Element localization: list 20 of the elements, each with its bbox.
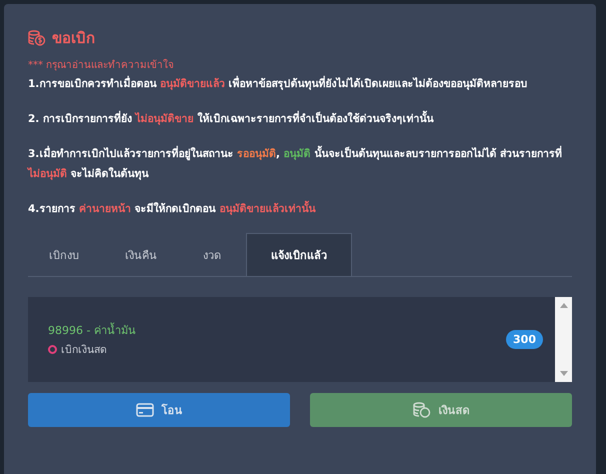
scrollbar[interactable] bbox=[555, 297, 572, 382]
tab[interactable]: เงินคืน bbox=[104, 233, 178, 276]
amount-badge: 300 bbox=[506, 330, 543, 349]
scroll-up-icon[interactable] bbox=[560, 303, 568, 308]
scroll-down-icon[interactable] bbox=[560, 371, 568, 376]
instruction-text: 2. การเบิกรายการที่ยัง ไม่อนุมัติขาย ให้เบิกเฉพาะรายการที่จำเป็นต้องใช้ด่วนจริงๆเท่านั้น bbox=[28, 109, 572, 129]
credit-card-icon bbox=[136, 403, 154, 417]
warning-text: *** กรุณาอ่านและทำความเข้าใจ bbox=[28, 58, 176, 73]
coins-icon bbox=[28, 30, 46, 46]
instruction-text: 3.เมื่อทำการเบิกไปแล้วรายการที่อยู่ในสถานะ รออนุมัติ, อนุมัติ นั้นจะเป็นต้นทุนและลบรายการออกไม่ได้ ส่วนรายการที่ ไม่อนุมัติ จะไม่คิดในต้นทุน bbox=[28, 144, 572, 184]
instruction-text: 4.รายการ ค่านายหน้า จะมีให้กดเบิกตอน อนุมัติขายแล้วเท่านั้น bbox=[28, 199, 572, 219]
item-title: 98996 - ค่าน้ำมัน bbox=[48, 322, 136, 339]
instruction-text: 1.การขอเบิกควรทำเมื่อตอน อนุมัติขายแล้ว เพื่อหาข้อสรุปต้นทุนที่ยังไม่ได้เปิดเผยและไม่ต้องขออนุมัติหลายรอบ bbox=[28, 74, 572, 94]
transfer-button[interactable]: โอน bbox=[28, 393, 290, 427]
tab[interactable]: แจ้งเบิกแล้ว bbox=[246, 233, 352, 276]
coins-icon bbox=[412, 402, 430, 418]
tab[interactable]: เบิกงบ bbox=[28, 233, 100, 276]
status-text: เบิกเงินสด bbox=[61, 343, 107, 358]
tab[interactable]: งวด bbox=[182, 233, 242, 276]
modal-title: ขอเบิก bbox=[52, 28, 95, 49]
